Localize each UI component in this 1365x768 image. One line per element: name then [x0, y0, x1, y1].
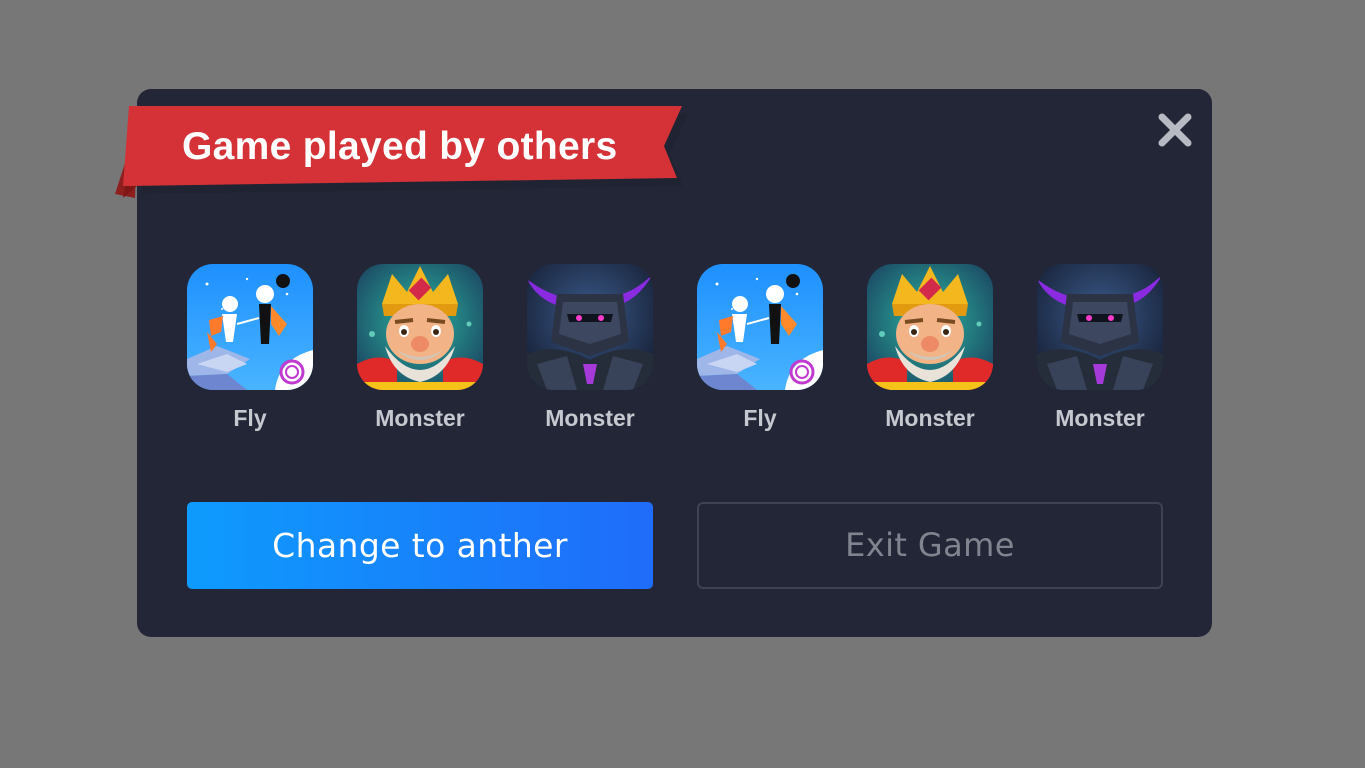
game-tile[interactable]: Monster	[527, 264, 653, 431]
game-tile[interactable]: Monster	[1037, 264, 1163, 431]
exit-game-button[interactable]: Exit Game	[697, 502, 1163, 589]
dark-knight-monster-game-icon	[1037, 264, 1163, 390]
game-tile[interactable]: Monster	[357, 264, 483, 431]
fly-game-icon	[697, 264, 823, 390]
change-game-button[interactable]: Change to anther	[187, 502, 653, 589]
dialog-title: Game played by others	[182, 125, 618, 168]
close-icon	[1158, 113, 1192, 147]
close-button[interactable]	[1154, 109, 1196, 151]
games-list: Fly Monster Monster Fly Monster Monster	[187, 264, 1177, 444]
fly-game-icon	[187, 264, 313, 390]
king-monster-game-icon	[867, 264, 993, 390]
title-ribbon: Game played by others	[115, 106, 690, 200]
dark-knight-monster-game-icon	[527, 264, 653, 390]
king-monster-game-icon	[357, 264, 483, 390]
game-tile[interactable]: Monster	[867, 264, 993, 431]
game-tile[interactable]: Fly	[697, 264, 823, 431]
game-name: Monster	[1055, 405, 1145, 431]
game-tile[interactable]: Fly	[187, 264, 313, 431]
